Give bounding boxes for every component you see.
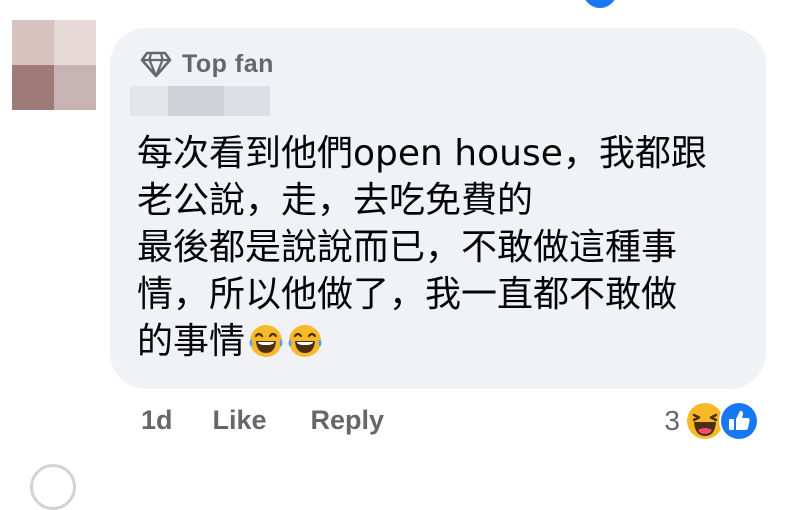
comment-last-line: 的事情: [137, 318, 747, 365]
comment-line: 最後都是說說而已，不敢做這種事: [137, 227, 678, 268]
comment-bubble: Top fan 每次看到他們open house，我都跟 老公說，走，去吃免費的…: [110, 28, 766, 389]
avatar[interactable]: [12, 20, 96, 110]
reaction-count: 3: [664, 405, 680, 436]
like-reaction-icon: [719, 401, 759, 441]
reaction-summary[interactable]: 3: [664, 398, 760, 444]
comment-body: 每次看到他們open house，我都跟 老公說，走，去吃免費的 最後都是說說而…: [137, 130, 747, 365]
diamond-icon: [140, 51, 172, 78]
like-button[interactable]: Like: [213, 405, 267, 436]
comment-timestamp[interactable]: 1d: [141, 405, 173, 436]
commenter-name-blurred[interactable]: [130, 86, 270, 116]
comment-actions: 1d Like Reply: [141, 402, 384, 438]
comment-line: 情，所以他做了，我一直都不敢做: [137, 274, 678, 315]
badge-label: Top fan: [182, 49, 274, 78]
laughing-crying-emoji-icon: [288, 325, 322, 357]
top-fan-badge: Top fan: [140, 48, 274, 80]
comment-line: 老公說，走，去吃免費的: [137, 180, 534, 221]
laughing-crying-emoji-icon: [249, 325, 283, 357]
comment-line: 每次看到他們open house，我都跟: [137, 133, 707, 174]
reaction-icon-partial: [583, 0, 617, 8]
comment-line-text: 的事情: [137, 321, 246, 362]
reply-button[interactable]: Reply: [311, 405, 385, 436]
